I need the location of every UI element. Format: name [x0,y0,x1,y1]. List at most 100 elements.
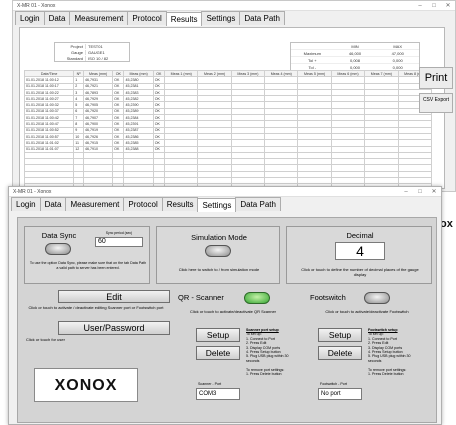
footswitch-step: To set up: [368,332,384,337]
tab-data-path[interactable]: Data Path [239,11,285,25]
decimal-panel: Decimal 4 Click or touch to define the n… [286,226,432,284]
maximize-icon[interactable]: □ [413,189,427,195]
scanner-step: 1. Press Delete button [246,372,282,377]
footswitch-port-field[interactable]: No port [318,388,362,400]
tab-measurement[interactable]: Measurement [69,11,129,25]
scanner-step: 1. Connect to Port [246,336,275,341]
edit-description: Click or touch to activate / deactivate … [28,305,164,310]
scanner-port-field[interactable]: COM3 [196,388,240,400]
tab-measurement[interactable]: Measurement [65,197,125,211]
footswitch-toggle[interactable] [364,292,390,304]
decimal-description: Click or touch to define the number of d… [301,267,419,277]
results-tab-bar: Login Data Measurement Protocol Results … [13,11,455,26]
data-sync-panel: Data Sync Sync period (sec) 60 To use th… [24,226,150,284]
qr-scanner-toggle[interactable] [244,292,270,304]
settings-tab-bar: Login Data Measurement Protocol Results … [9,197,441,212]
info-key: Standard [66,55,83,61]
close-icon[interactable]: ✕ [441,2,455,9]
results-window-title: X-MR 01 - Xonox [17,2,56,9]
qr-scanner-description: Click or touch to activate/deactivate QR… [189,309,277,314]
summary-box: MIN MAX Maximum 46,000 47,000 Tol +0,008 0,0… [290,42,420,72]
results-content: Project TEST01 Gauge GAUGE1 Standard ISO 10… [19,27,445,197]
sync-period-label: Sync period (sec) [105,231,133,235]
info-value: GAUGE1 [85,49,129,55]
footswitch-step: 1. Connect to Port [368,336,397,341]
decimal-title: Decimal [346,231,374,240]
info-value: TEST01 [85,43,129,49]
edit-button[interactable]: Edit [58,290,170,303]
footswitch-delete-button[interactable]: Delete [318,346,362,360]
summary-cell: 47,000 [391,50,404,56]
footswitch-instructions: Footswitch setup To set up: 1. Connect t… [368,328,416,376]
scanner-instructions-title: Scanner port setup [246,328,279,332]
footswitch-title: Footswitch [310,293,346,302]
data-sync-description: To use the option Data Sync, please make… [29,261,147,270]
info-value: ISO 10 / 82 [85,55,129,61]
tab-protocol[interactable]: Protocol [127,11,167,25]
simulation-description: Click here to switch to / from simulatio… [178,267,260,272]
scanner-setup-button[interactable]: Setup [196,328,240,342]
tab-login[interactable]: Login [11,197,41,211]
summary-cell: 0,000 [392,57,403,63]
tab-login[interactable]: Login [15,11,45,25]
tab-data[interactable]: Data [43,11,71,25]
info-key: Gauge [70,49,83,55]
summary-cell: 0,000 [350,64,361,70]
settings-window-titlebar: X-MR 01 - Xonox – □ ✕ [9,187,441,197]
tab-results[interactable]: Results [165,12,203,26]
summary-cell: MAX [393,43,403,49]
footswitch-setup-button[interactable]: Setup [318,328,362,342]
print-button[interactable]: Print [419,67,453,89]
sync-period-input[interactable]: 60 [95,237,143,247]
simulation-toggle[interactable] [205,245,231,257]
data-sync-toggle[interactable] [45,243,71,255]
tab-data-path[interactable]: Data Path [235,197,281,211]
scanner-step: 2. Press Edit [246,341,267,346]
user-password-button[interactable]: User/Password [58,321,170,335]
summary-cell: 0,008 [350,57,361,63]
footswitch-step: 5. Plug USB plug within 30 seconds [368,354,411,363]
simulation-panel: Simulation Mode Click here to switch to … [156,226,280,284]
summary-cell: Tol + [308,57,317,63]
close-icon[interactable]: ✕ [427,188,441,195]
tab-protocol[interactable]: Protocol [123,197,163,211]
footswitch-step: 4. Press Setup button [368,350,403,355]
data-sync-title: Data Sync [41,231,77,240]
summary-cell: Maximum [303,50,321,56]
footswitch-description: Click or touch to activate/deactivate Fo… [325,309,409,314]
simulation-title: Simulation Mode [191,233,247,242]
settings-window: X-MR 01 - Xonox – □ ✕ Login Data Measure… [8,186,442,425]
summary-cell: MIN [351,43,359,49]
footswitch-step: 2. Press Edit [368,341,389,346]
scanner-step: To set up: [246,332,262,337]
tab-settings[interactable]: Settings [197,198,237,212]
footswitch-step: 1. Press Delete button [368,372,404,377]
footswitch-step: To remove port settings: [368,367,407,372]
summary-cell: 0,000 [392,64,403,70]
minimize-icon[interactable]: – [399,189,413,195]
summary-cell: Tol - [308,64,317,70]
tab-settings[interactable]: Settings [201,11,241,25]
summary-cell: 46,000 [348,50,362,56]
tab-results[interactable]: Results [161,197,199,211]
scanner-step: 3. Display COM ports [246,345,281,350]
csv-export-button[interactable]: CSV Export [419,93,453,113]
results-window: X-MR 01 - Xonox – □ ✕ Login Data Measure… [12,0,456,197]
results-table[interactable]: Date/Time Nº Meas (mm) OK Meas (mm) OK Meas 1 … [23,69,433,197]
scanner-instructions: Scanner port setup To set up: 1. Connect… [246,328,290,376]
user-password-description: Click or touch for user [26,337,65,342]
scanner-step: To remove port settings: [246,367,285,372]
minimize-icon[interactable]: – [413,3,427,9]
footswitch-instructions-title: Footswitch setup [368,328,398,332]
tab-data[interactable]: Data [39,197,67,211]
settings-content: Data Sync Sync period (sec) 60 To use th… [17,217,437,423]
maximize-icon[interactable]: □ [427,3,441,9]
decimal-input[interactable]: 4 [335,242,385,260]
qr-scanner-title: QR - Scanner [178,293,224,302]
results-window-titlebar: X-MR 01 - Xonox – □ ✕ [13,1,455,11]
footswitch-step: 3. Display COM ports [368,345,403,350]
footswitch-port-caption: Footswitch - Port [320,382,347,386]
scanner-delete-button[interactable]: Delete [196,346,240,360]
scanner-step: 4. Press Setup button [246,350,281,355]
project-info-box: Project TEST01 Gauge GAUGE1 Standard ISO 10… [54,42,130,62]
